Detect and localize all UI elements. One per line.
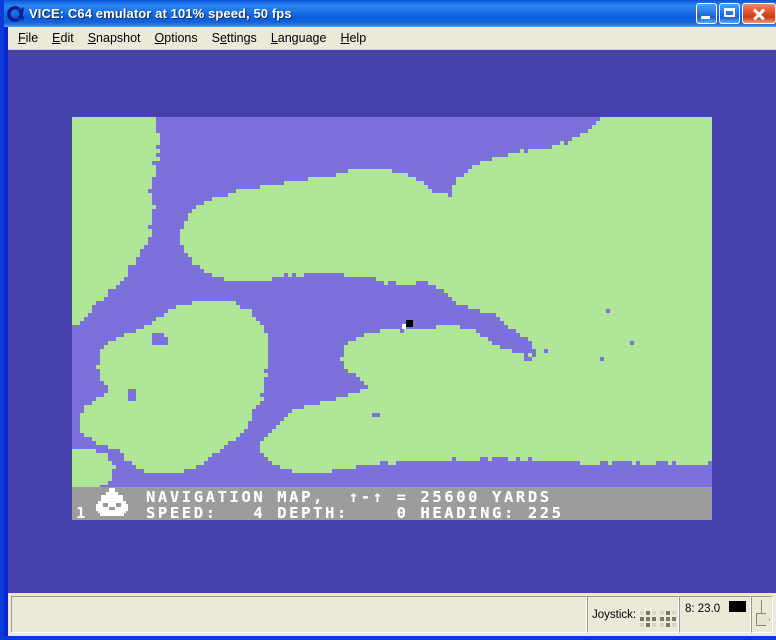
joystick-port-1[interactable] xyxy=(640,610,657,627)
grip-arrow-icon xyxy=(756,613,770,626)
menu-item-language[interactable]: Language xyxy=(264,29,334,47)
emulator-client-area[interactable]: 1 NAVIGATION MAP, ↑-↑ = 25600 YARDS SPEE… xyxy=(8,50,776,593)
title-bar[interactable]: VICE: C64 emulator at 101% speed, 50 fps xyxy=(4,0,776,27)
c64-display[interactable]: 1 NAVIGATION MAP, ↑-↑ = 25600 YARDS SPEE… xyxy=(72,117,712,520)
drive-status-panel[interactable]: 8: 23.0 xyxy=(679,596,751,633)
minimize-button[interactable] xyxy=(696,3,717,24)
menu-item-snapshot[interactable]: Snapshot xyxy=(81,29,148,47)
submarine-icon xyxy=(92,487,132,519)
menu-item-help[interactable]: Help xyxy=(333,29,373,47)
player-position-marker xyxy=(406,320,413,327)
joystick-port-2[interactable] xyxy=(660,610,677,627)
menu-item-edit[interactable]: Edit xyxy=(45,29,81,47)
navigation-map[interactable] xyxy=(72,117,712,487)
application-window: VICE: C64 emulator at 101% speed, 50 fps… xyxy=(0,0,776,640)
vice-commodore-icon xyxy=(7,5,25,23)
resize-grip[interactable] xyxy=(751,596,773,633)
joystick-status-panel[interactable]: Joystick: xyxy=(587,596,679,633)
window-title: VICE: C64 emulator at 101% speed, 50 fps xyxy=(29,6,292,21)
status-bar: Joystick: 8: 23.0 xyxy=(8,593,776,636)
maximize-button[interactable] xyxy=(719,3,740,24)
close-button[interactable] xyxy=(742,3,776,24)
submarine-count: 1 xyxy=(76,504,86,520)
c64-screen[interactable]: 1 NAVIGATION MAP, ↑-↑ = 25600 YARDS SPEE… xyxy=(8,50,776,593)
joystick-label: Joystick: xyxy=(592,608,637,621)
menu-item-options[interactable]: Options xyxy=(148,29,205,47)
drive-track-text: 8: 23.0 xyxy=(685,602,721,615)
hud-line-status: SPEED: 4 DEPTH: 0 HEADING: 225 xyxy=(146,504,564,520)
grip-stem xyxy=(761,600,762,614)
drive-led xyxy=(729,601,746,612)
window-controls xyxy=(696,3,776,24)
menu-item-file[interactable]: File xyxy=(11,29,45,47)
menu-bar: File Edit Snapshot Options Settings Lang… xyxy=(8,27,776,50)
status-message-panel xyxy=(11,596,587,633)
navigation-hud: 1 NAVIGATION MAP, ↑-↑ = 25600 YARDS SPEE… xyxy=(72,487,712,520)
player-wake-marker xyxy=(402,324,406,329)
menu-item-settings[interactable]: Settings xyxy=(205,29,264,47)
